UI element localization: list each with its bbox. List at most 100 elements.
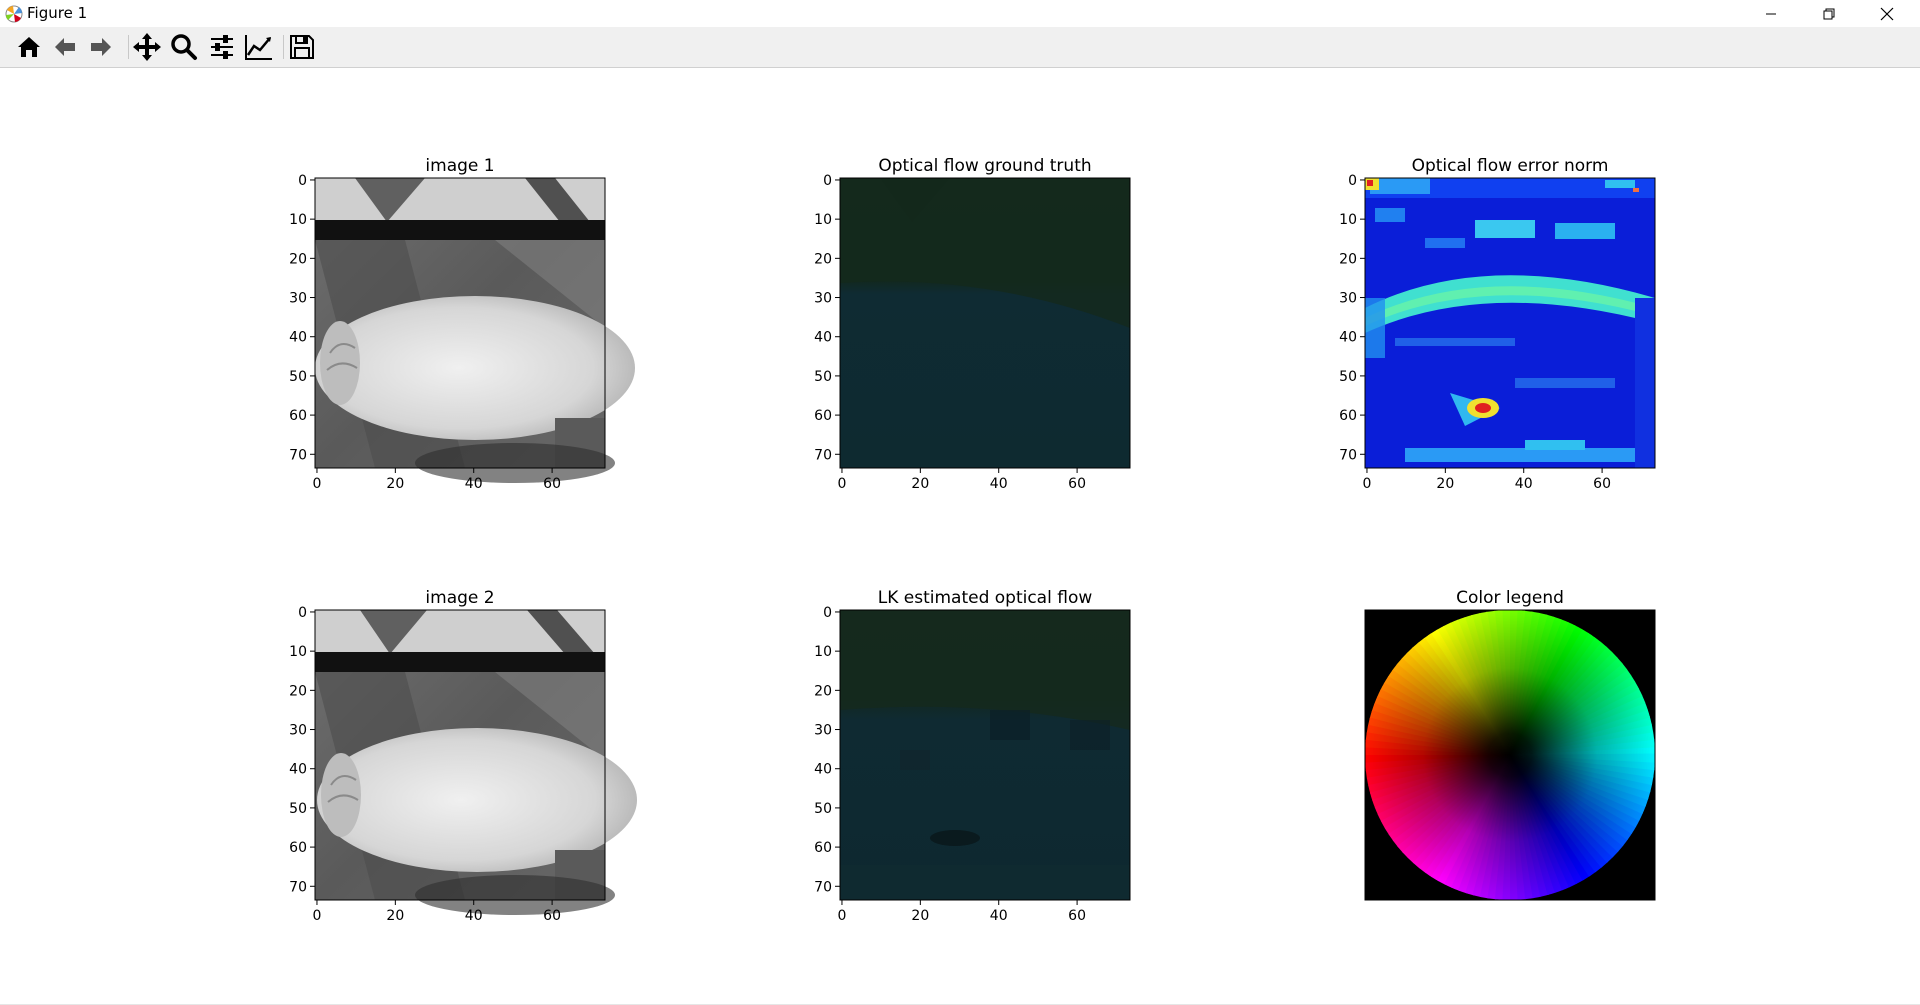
- subplot-image-1: image 1 0 20 40 60 0 10 20 30 40 50 60 7…: [275, 156, 635, 501]
- y-tick-label: 0: [823, 173, 832, 189]
- back-icon: [55, 38, 75, 56]
- title-bar: Figure 1: [0, 0, 1920, 27]
- configure-subplots-button[interactable]: [205, 30, 239, 64]
- y-tick-label: 60: [1339, 408, 1357, 424]
- x-tick-label: 0: [1362, 476, 1371, 492]
- forward-button[interactable]: [84, 30, 118, 64]
- pan-icon: [133, 33, 161, 61]
- y-tick-label: 20: [289, 683, 307, 699]
- y-tick-label: 30: [814, 723, 832, 739]
- y-tick-label: 50: [814, 801, 832, 817]
- pan-button[interactable]: [130, 30, 164, 64]
- color-legend-axes: [1364, 609, 1656, 901]
- y-tick-label: 0: [298, 173, 307, 189]
- y-tick-label: 0: [298, 605, 307, 621]
- y-tick-label: 30: [814, 291, 832, 307]
- x-tick-label: 0: [837, 476, 846, 492]
- y-tick-label: 60: [814, 840, 832, 856]
- figure-canvas[interactable]: image 1 0 20 40 60 0 10 20 30 40 50 60 7…: [0, 68, 1920, 1005]
- y-tick-label: 30: [289, 723, 307, 739]
- y-tick-label: 50: [289, 369, 307, 385]
- minimize-icon: [1766, 13, 1776, 14]
- image-2-axes: 0 20 40 60 0 10 20 30 40 50 60 70: [289, 605, 637, 924]
- edit-axis-icon: [245, 35, 272, 60]
- y-tick-label: 70: [289, 879, 307, 895]
- x-tick-label: 60: [543, 476, 561, 492]
- y-tick-label: 70: [814, 447, 832, 463]
- subplot-image-2: image 2 0 20 40 60 0 10 20 30 40 50 60 7…: [275, 588, 637, 933]
- x-tick-label: 0: [312, 476, 321, 492]
- subplot-lk-estimated-flow: LK estimated optical flow 0 20 40 60 0 1…: [800, 588, 1140, 933]
- x-tick-label: 0: [312, 908, 321, 924]
- x-tick-label: 60: [1068, 908, 1086, 924]
- restore-button[interactable]: [1800, 0, 1858, 27]
- navigation-toolbar: [0, 27, 1920, 68]
- subplot-color-legend: Color legend: [1325, 588, 1665, 933]
- close-icon: [1880, 7, 1894, 20]
- home-icon: [18, 37, 40, 57]
- y-tick-label: 50: [1339, 369, 1357, 385]
- flow-error-norm-axes: 0 20 40 60 0 10 20 30 40 50 60 70: [1339, 173, 1656, 492]
- x-tick-label: 0: [837, 908, 846, 924]
- y-tick-label: 40: [289, 330, 307, 346]
- x-tick-label: 40: [990, 908, 1008, 924]
- y-tick-label: 60: [289, 408, 307, 424]
- y-tick-label: 60: [814, 408, 832, 424]
- x-tick-label: 20: [386, 908, 404, 924]
- x-tick-label: 40: [465, 908, 483, 924]
- x-tick-label: 60: [1068, 476, 1086, 492]
- window-title: Figure 1: [27, 4, 88, 22]
- matplotlib-logo-icon: [5, 5, 23, 23]
- y-tick-label: 40: [289, 762, 307, 778]
- save-button[interactable]: [285, 30, 319, 64]
- y-tick-label: 10: [289, 212, 307, 228]
- home-button[interactable]: [12, 30, 46, 64]
- x-tick-label: 60: [543, 908, 561, 924]
- zoom-icon: [171, 34, 197, 60]
- toolbar-separator: [283, 35, 284, 59]
- minimize-button[interactable]: [1742, 0, 1800, 27]
- y-tick-label: 10: [814, 212, 832, 228]
- back-button[interactable]: [48, 30, 82, 64]
- x-tick-label: 20: [911, 476, 929, 492]
- x-tick-label: 40: [1515, 476, 1533, 492]
- save-icon: [290, 35, 314, 59]
- y-tick-label: 70: [289, 447, 307, 463]
- x-tick-label: 20: [386, 476, 404, 492]
- x-tick-label: 40: [465, 476, 483, 492]
- y-tick-label: 20: [1339, 251, 1357, 267]
- y-tick-label: 10: [289, 644, 307, 660]
- y-tick-label: 50: [814, 369, 832, 385]
- y-tick-label: 40: [1339, 330, 1357, 346]
- restore-icon: [1823, 8, 1835, 19]
- y-tick-label: 50: [289, 801, 307, 817]
- image-1-axes: 0 20 40 60 0 10 20 30 40 50 60 70: [289, 173, 635, 492]
- y-tick-label: 30: [1339, 291, 1357, 307]
- y-tick-label: 10: [814, 644, 832, 660]
- flow-ground-truth-axes: 0 20 40 60 0 10 20 30 40 50 60 70: [814, 173, 1131, 492]
- y-tick-label: 30: [289, 291, 307, 307]
- y-tick-label: 60: [289, 840, 307, 856]
- x-tick-label: 60: [1593, 476, 1611, 492]
- y-tick-label: 0: [823, 605, 832, 621]
- y-tick-label: 10: [1339, 212, 1357, 228]
- toolbar-separator: [128, 35, 129, 59]
- y-tick-label: 20: [289, 251, 307, 267]
- y-tick-label: 20: [814, 251, 832, 267]
- subplots-icon: [211, 35, 233, 59]
- close-button[interactable]: [1858, 0, 1916, 27]
- y-tick-label: 40: [814, 330, 832, 346]
- x-tick-label: 20: [911, 908, 929, 924]
- x-tick-label: 40: [990, 476, 1008, 492]
- y-tick-label: 70: [814, 879, 832, 895]
- subplot-flow-error-norm: Optical flow error norm 0 20 40 60 0 10 …: [1325, 156, 1665, 501]
- edit-axis-button[interactable]: [242, 30, 276, 64]
- y-tick-label: 70: [1339, 447, 1357, 463]
- x-tick-label: 20: [1436, 476, 1454, 492]
- forward-icon: [91, 38, 111, 56]
- lk-estimated-flow-axes: 0 20 40 60 0 10 20 30 40 50 60 70: [814, 605, 1131, 924]
- subplot-flow-ground-truth: Optical flow ground truth 0 20 40 60 0 10 20 30…: [800, 156, 1140, 501]
- y-tick-label: 40: [814, 762, 832, 778]
- zoom-button[interactable]: [167, 30, 201, 64]
- y-tick-label: 0: [1348, 173, 1357, 189]
